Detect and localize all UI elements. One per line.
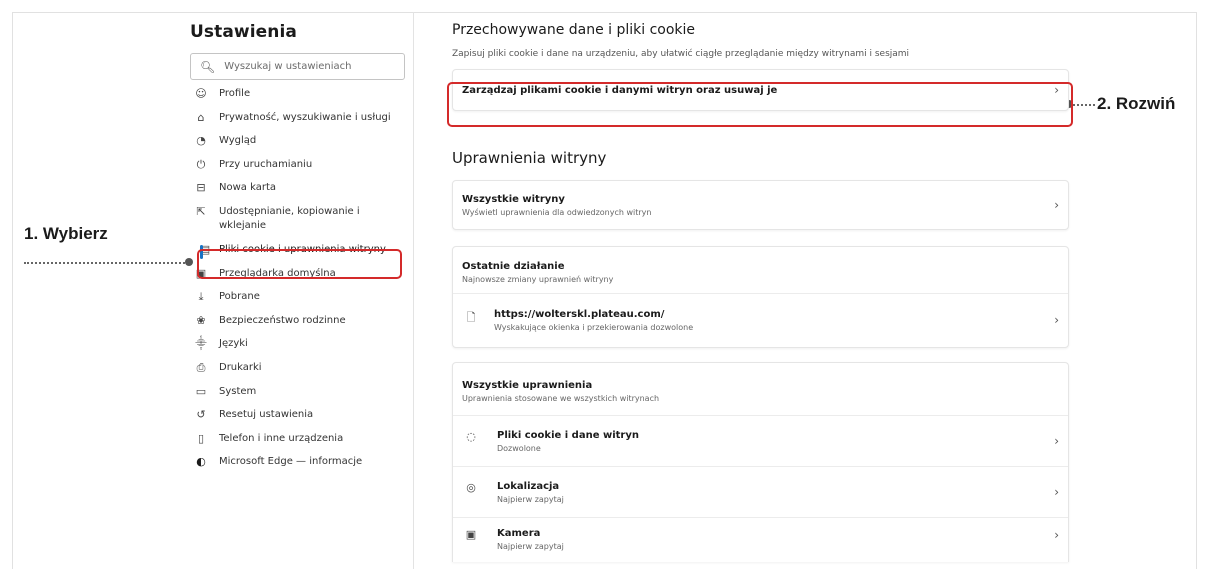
system-icon: ▭ — [195, 384, 207, 398]
sidebar-item-new-tab[interactable]: ⊟ Nowa karta — [190, 181, 405, 205]
sidebar-title: Ustawienia — [190, 22, 297, 42]
printer-icon: ⎙ — [196, 360, 206, 374]
search-icon: 🔍︎ — [200, 59, 216, 74]
language-icon: ⸎ — [195, 337, 207, 351]
sidebar-item-label: Udostępnianie, kopiowanie i wklejanie — [219, 205, 360, 231]
recent-activity-title: Ostatnie działanie — [462, 260, 565, 272]
chevron-right-icon: › — [1054, 198, 1059, 212]
phone-icon: ▯ — [197, 431, 205, 445]
recent-site-url: https://wolterskl.plateau.com/ — [494, 308, 665, 320]
sidebar-item-label: Bezpieczeństwo rodzinne — [219, 314, 346, 326]
chevron-right-icon: › — [1054, 313, 1059, 327]
reset-icon: ↺ — [196, 408, 206, 422]
all-permissions-desc: Uprawnienia stosowane we wszystkich witr… — [462, 393, 660, 403]
permission-row-camera[interactable]: ▣ Kamera Najpierw zapytaj › — [453, 518, 1068, 558]
recent-activity-header: Ostatnie działanie Najnowsze zmiany upra… — [453, 247, 1068, 293]
annotation-step1-leader — [24, 262, 188, 264]
all-permissions-card: Wszystkie uprawnienia Uprawnienia stosow… — [452, 362, 1069, 562]
all-permissions-title: Wszystkie uprawnienia — [462, 379, 593, 391]
sidebar-item-label: Telefon i inne urządzenia — [219, 432, 344, 444]
family-icon: ❀ — [196, 313, 206, 327]
site-permissions-title: Uprawnienia witryny — [452, 149, 607, 167]
appearance-icon: ◔ — [196, 134, 206, 148]
annotation-step2: 2. Rozwiń — [1097, 94, 1176, 113]
sidebar-nav: ☺ Profile ⌂ Prywatność, wyszukiwanie i usł… — [190, 87, 405, 479]
sidebar-item-reset[interactable]: ↺ Resetuj ustawienia — [190, 408, 405, 432]
lock-icon: ⌂ — [197, 110, 205, 124]
camera-icon: ▣ — [465, 528, 477, 541]
power-icon: ⏻ — [196, 157, 206, 171]
recent-site-row[interactable]: 🗋︎ https://wolterskl.plateau.com/ Wyskak… — [453, 294, 1068, 346]
annotation-step1-dot — [185, 258, 193, 266]
permission-title: Pliki cookie i dane witryn — [497, 429, 639, 441]
download-icon: ⤓ — [198, 290, 204, 304]
new-tab-icon: ⊟ — [196, 181, 206, 195]
highlight-manage-cookies — [447, 82, 1073, 127]
sidebar-item-appearance[interactable]: ◔ Wygląd — [190, 134, 405, 158]
permission-desc: Dozwolone — [497, 443, 541, 453]
recent-site-desc: Wyskakujące okienka i przekierowania doz… — [494, 322, 694, 332]
location-icon: ◎ — [466, 480, 476, 494]
annotation-step2-leader — [1073, 104, 1095, 106]
cookie-icon: ◌ — [466, 429, 476, 443]
all-sites-title: Wszystkie witryny — [462, 193, 565, 205]
sidebar-item-label: Prywatność, wyszukiwanie i usługi — [219, 111, 391, 123]
sidebar-item-label: Języki — [219, 338, 248, 350]
pane-divider — [413, 12, 414, 569]
sidebar-item-label: Profile — [219, 88, 251, 99]
sidebar-item-system[interactable]: ▭ System — [190, 385, 405, 409]
stored-data-subtitle: Zapisuj pliki cookie i dane na urządzeni… — [452, 49, 910, 59]
sidebar-item-label: System — [219, 385, 257, 397]
page-icon: 🗋︎ — [466, 310, 476, 324]
chevron-right-icon: › — [1054, 434, 1059, 448]
permission-row-cookies[interactable]: ◌ Pliki cookie i dane witryn Dozwolone › — [453, 416, 1068, 466]
all-sites-row[interactable]: Wszystkie witryny Wyświetl uprawnienia d… — [453, 181, 1068, 229]
sidebar-item-downloads[interactable]: ⤓ Pobrane — [190, 290, 405, 314]
recent-activity-desc: Najnowsze zmiany uprawnień witryny — [462, 274, 614, 284]
permission-desc: Najpierw zapytaj — [497, 494, 564, 504]
share-icon: ⇱ — [196, 204, 206, 218]
sidebar-item-languages[interactable]: ⸎ Języki — [190, 337, 405, 361]
sidebar-item-profile[interactable]: ☺ Profile — [190, 87, 405, 111]
permission-title: Kamera — [497, 528, 541, 539]
recent-activity-card: Ostatnie działanie Najnowsze zmiany upra… — [452, 246, 1069, 348]
sidebar-item-share[interactable]: ⇱ Udostępnianie, kopiowanie i wklejanie — [190, 205, 405, 243]
sidebar-item-about[interactable]: ◐ Microsoft Edge — informacje — [190, 455, 405, 479]
edge-icon: ◐ — [196, 455, 206, 469]
search-box[interactable]: 🔍︎ — [190, 53, 405, 80]
profile-icon: ☺ — [195, 87, 207, 100]
sidebar-item-printers[interactable]: ⎙ Drukarki — [190, 361, 405, 385]
sidebar-item-privacy[interactable]: ⌂ Prywatność, wyszukiwanie i usługi — [190, 111, 405, 135]
sidebar-item-phone[interactable]: ▯ Telefon i inne urządzenia — [190, 432, 405, 456]
stored-data-title: Przechowywane dane i pliki cookie — [452, 22, 696, 38]
sidebar-item-family[interactable]: ❀ Bezpieczeństwo rodzinne — [190, 314, 405, 338]
sidebar-item-startup[interactable]: ⏻ Przy uruchamianiu — [190, 158, 405, 182]
sidebar-item-label: Drukarki — [219, 361, 262, 373]
sidebar-item-label: Resetuj ustawienia — [219, 409, 314, 421]
permission-row-location[interactable]: ◎ Lokalizacja Najpierw zapytaj › — [453, 467, 1068, 517]
sidebar-item-label: Nowa karta — [219, 182, 276, 194]
permission-desc: Najpierw zapytaj — [497, 542, 564, 551]
chevron-right-icon: › — [1054, 528, 1059, 542]
all-sites-desc: Wyświetl uprawnienia dla odwiedzonych wi… — [462, 207, 652, 217]
permission-title: Lokalizacja — [497, 480, 560, 492]
all-permissions-header: Wszystkie uprawnienia Uprawnienia stosow… — [453, 363, 1068, 415]
sidebar-item-label: Przy uruchamianiu — [219, 158, 313, 170]
chevron-right-icon: › — [1054, 485, 1059, 499]
sidebar-item-label: Pobrane — [219, 291, 260, 303]
sidebar-item-label: Wygląd — [219, 135, 257, 147]
sidebar-item-label: Microsoft Edge — informacje — [219, 456, 363, 468]
annotation-step1: 1. Wybierz — [24, 224, 108, 243]
all-sites-card[interactable]: Wszystkie witryny Wyświetl uprawnienia d… — [452, 180, 1069, 230]
highlight-cookies-item — [197, 249, 402, 279]
search-input[interactable] — [224, 61, 385, 72]
